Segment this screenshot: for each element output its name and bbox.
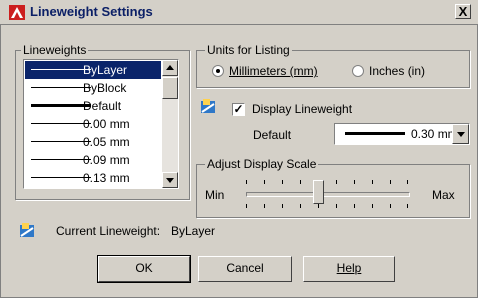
- list-item[interactable]: 0.09 mm: [25, 151, 161, 169]
- tick-mark: [336, 180, 337, 184]
- slider-ticks-top: [246, 180, 408, 185]
- tick-mark: [246, 204, 247, 208]
- list-item[interactable]: ByBlock: [25, 79, 161, 97]
- dropdown-button[interactable]: [452, 124, 469, 144]
- list-item[interactable]: 0.00 mm: [25, 115, 161, 133]
- lineweight-sample: [31, 141, 91, 142]
- units-group-label: Units for Listing: [205, 43, 292, 57]
- lineweight-info-icon: [201, 99, 215, 113]
- inches-radio[interactable]: [352, 65, 364, 77]
- scale-min-label: Min: [205, 188, 225, 202]
- tick-mark: [407, 204, 408, 208]
- tick-mark: [372, 204, 373, 208]
- tick-mark: [390, 180, 391, 184]
- current-lineweight-icon: [20, 223, 34, 237]
- tick-mark: [264, 180, 265, 184]
- tick-mark: [282, 204, 283, 208]
- lineweight-sample: [31, 104, 91, 107]
- list-item-label: Default: [83, 99, 122, 113]
- lineweights-group-label: Lineweights: [21, 43, 89, 57]
- title-bar: Lineweight Settings X: [0, 0, 478, 25]
- tick-mark: [390, 204, 391, 208]
- display-lineweight-label[interactable]: Display Lineweight: [252, 102, 352, 116]
- lineweight-sample: [31, 69, 91, 70]
- list-item-label: 0.00 mm: [83, 117, 130, 131]
- tick-mark: [264, 204, 265, 208]
- tick-mark: [336, 204, 337, 208]
- arrow-down-icon: [166, 178, 174, 183]
- lineweight-sample: [31, 159, 91, 160]
- millimeters-label[interactable]: Millimeters (mm): [229, 64, 318, 78]
- inches-label[interactable]: Inches (in): [369, 64, 425, 78]
- default-label: Default: [253, 128, 292, 142]
- list-item-label: ByBlock: [83, 81, 127, 95]
- tick-mark: [282, 180, 283, 184]
- tick-mark: [300, 180, 301, 184]
- scale-group-label: Adjust Display Scale: [205, 157, 319, 171]
- lineweights-list[interactable]: ByLayer ByBlock Default 0.00 mm 0.05 mm …: [23, 59, 179, 189]
- list-scrollbar[interactable]: [162, 60, 178, 188]
- list-item[interactable]: 0.13 mm: [25, 169, 161, 187]
- help-button[interactable]: Help: [303, 256, 395, 282]
- close-button[interactable]: X: [455, 4, 471, 19]
- current-lineweight-value: ByLayer: [171, 224, 216, 238]
- scale-slider-thumb[interactable]: [313, 180, 324, 204]
- autocad-logo-icon: [9, 5, 25, 20]
- window-title: Lineweight Settings: [30, 4, 153, 19]
- current-lineweight-label: Current Lineweight:: [56, 224, 161, 238]
- list-item-label: 0.13 mm: [83, 171, 130, 185]
- selected-lineweight-sample: [345, 132, 405, 135]
- lineweight-sample: [31, 123, 91, 124]
- tick-mark: [354, 204, 355, 208]
- lineweight-sample: [31, 177, 91, 178]
- slider-ticks-bottom: [246, 204, 408, 209]
- default-lineweight-select[interactable]: 0.30 mm: [334, 123, 470, 145]
- tick-mark: [246, 180, 247, 184]
- chevron-down-icon: [457, 132, 465, 137]
- scroll-thumb[interactable]: [162, 77, 178, 99]
- list-item[interactable]: 0.05 mm: [25, 133, 161, 151]
- radio-dot: [216, 69, 220, 73]
- list-item-label: 0.09 mm: [83, 153, 130, 167]
- display-lineweight-checkbox[interactable]: ✓: [232, 103, 245, 116]
- scroll-down-button[interactable]: [162, 172, 178, 188]
- tick-mark: [354, 180, 355, 184]
- millimeters-radio[interactable]: [212, 65, 224, 77]
- arrow-up-icon: [166, 65, 174, 70]
- selected-lineweight-value: 0.30 mm: [411, 127, 458, 141]
- tick-mark: [372, 180, 373, 184]
- list-item-label: 0.05 mm: [83, 135, 130, 149]
- tick-mark: [300, 204, 301, 208]
- scroll-up-button[interactable]: [162, 60, 178, 76]
- tick-mark: [318, 204, 319, 208]
- cancel-button[interactable]: Cancel: [198, 256, 292, 282]
- scale-group: Adjust Display Scale: [196, 157, 470, 218]
- list-item[interactable]: ByLayer: [25, 61, 161, 79]
- scale-slider-track[interactable]: [246, 192, 410, 197]
- list-item[interactable]: Default: [25, 97, 161, 115]
- list-item-label: ByLayer: [83, 63, 128, 77]
- lineweight-sample: [31, 87, 91, 88]
- tick-mark: [407, 180, 408, 184]
- ok-button[interactable]: OK: [97, 255, 191, 283]
- scale-max-label: Max: [432, 188, 455, 202]
